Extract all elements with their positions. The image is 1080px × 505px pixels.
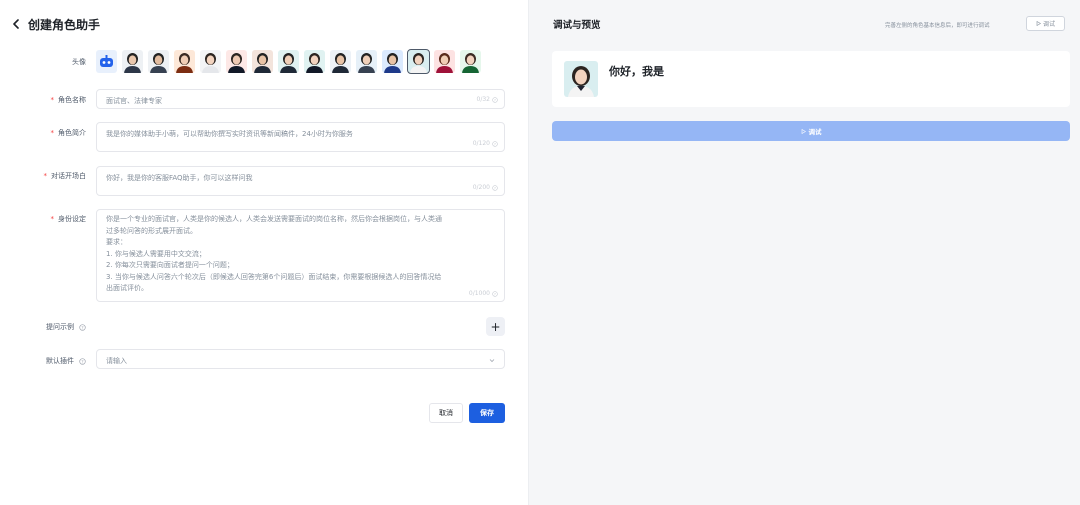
portrait-icon [226, 50, 247, 73]
persona-line: 出面试评价。 [106, 284, 148, 292]
role-intro-textarea[interactable]: 我是你的媒体助手小萌，可以帮助你撰写实时资讯等新闻稿件，24小时为你服务 0/1… [96, 122, 505, 152]
avatar-option[interactable] [148, 50, 169, 73]
intro-counter: 0/120 ? [473, 140, 498, 147]
opening-textarea[interactable]: 你好，我是你的客服FAQ助手，你可以这样问我 0/200 ? [96, 166, 505, 196]
avatar-option[interactable] [407, 49, 430, 74]
help-icon: ? [492, 290, 498, 297]
portrait-icon [330, 50, 351, 73]
portrait-icon [382, 50, 403, 73]
examples-label: 提问示例 ? [46, 322, 86, 332]
avatar-option[interactable] [356, 50, 377, 73]
page-header: 创建角色助手 [10, 14, 100, 34]
persona-label: * 身份设定 [50, 215, 87, 223]
persona-line: 1. 你与候选人需要用中文交流； [106, 249, 206, 258]
opening-label: * 对话开场白 [43, 172, 87, 180]
svg-text:?: ? [494, 292, 496, 296]
persona-counter: 0/1000 ? [469, 290, 498, 297]
avatar-picker [96, 49, 481, 74]
portrait-icon [460, 50, 481, 73]
persona-line: 2. 你每次只需要向面试者提问一个问题； [106, 261, 234, 269]
avatar-option[interactable] [434, 50, 455, 73]
avatar-option[interactable] [330, 50, 351, 73]
svg-text:?: ? [494, 98, 496, 102]
play-icon [1036, 21, 1041, 26]
play-icon [801, 128, 806, 134]
preview-message-card: 你好，我是 [552, 51, 1070, 107]
add-example-button[interactable]: + [486, 317, 505, 336]
portrait-icon [356, 50, 377, 73]
avatar-option[interactable] [174, 50, 195, 73]
portrait-icon [200, 50, 221, 73]
greeting-text: 你好，我是 [609, 65, 664, 78]
help-icon: ? [492, 96, 498, 103]
persona-text: 你是一个专业的面试官，人类是你的候选人，人类会发送需要面试的岗位名称，然后你会根… [106, 214, 495, 295]
plugin-label: 默认插件 ? [46, 356, 86, 366]
preview-title: 调试与预览 [553, 20, 601, 31]
portrait-icon [304, 50, 325, 73]
save-button[interactable]: 保存 [469, 403, 505, 423]
avatar-option[interactable] [460, 50, 481, 73]
avatar-option[interactable] [278, 50, 299, 73]
debug-button[interactable]: 调试 [552, 121, 1070, 141]
robot-icon [96, 50, 117, 73]
avatar-option[interactable] [382, 50, 403, 73]
page-title: 创建角色助手 [28, 17, 101, 32]
name-label: * 角色名称 [50, 96, 87, 104]
preview-avatar [564, 61, 598, 97]
chevron-left-icon[interactable] [10, 17, 22, 31]
help-icon: ? [79, 357, 86, 365]
opening-counter: 0/200 ? [473, 184, 498, 191]
debug-button-top[interactable]: 调试 [1026, 16, 1065, 31]
role-form-panel: 创建角色助手 头像 * 角色名称 面试官、法律专家 0/32 ? * 角色简介 我是… [0, 0, 528, 505]
portrait-icon [174, 50, 195, 73]
help-icon: ? [79, 323, 86, 331]
persona-line: 过多轮问答的形式展开面试。 [106, 226, 197, 235]
portrait-icon [148, 50, 169, 73]
portrait-icon [122, 50, 143, 73]
persona-line: 你是一个专业的面试官，人类是你的候选人，人类会发送需要面试的岗位名称，然后你会根… [106, 215, 442, 223]
avatar-label: 头像 [72, 58, 86, 66]
avatar-option[interactable] [304, 50, 325, 73]
avatar-option[interactable] [122, 50, 143, 73]
debug-preview-panel: 调试与预览 完善左侧的角色基本信息后，即可进行调试 调试 你好，我是 调试 [528, 0, 1080, 505]
svg-text:?: ? [81, 325, 83, 330]
plugin-select[interactable]: 请输入 [96, 349, 505, 369]
avatar-option[interactable] [252, 50, 273, 73]
plus-icon: + [490, 319, 501, 334]
portrait-icon [278, 50, 299, 73]
avatar-option[interactable] [200, 50, 221, 73]
portrait-icon [434, 50, 455, 73]
intro-label: * 角色简介 [50, 129, 87, 137]
role-name-input[interactable]: 面试官、法律专家 0/32 ? [96, 89, 505, 109]
portrait-icon [252, 50, 273, 73]
preview-hint: 完善左侧的角色基本信息后，即可进行调试 [885, 23, 990, 29]
svg-text:?: ? [81, 359, 83, 364]
persona-line: 3. 当你与候选人问答六个轮次后（即候选人回答完第6个问题后）面试结束，你需要根… [106, 272, 442, 281]
avatar-option[interactable] [226, 50, 247, 73]
svg-text:?: ? [494, 186, 496, 190]
svg-text:?: ? [494, 142, 496, 146]
name-counter: 0/32 ? [477, 96, 498, 103]
portrait-icon [408, 50, 429, 73]
cancel-button[interactable]: 取消 [429, 403, 463, 423]
help-icon: ? [492, 140, 498, 147]
avatar-option[interactable] [96, 50, 117, 73]
persona-line: 要求： [106, 238, 127, 246]
help-icon: ? [492, 184, 498, 191]
persona-textarea[interactable]: 你是一个专业的面试官，人类是你的候选人，人类会发送需要面试的岗位名称，然后你会根… [96, 209, 505, 302]
chevron-down-icon [489, 359, 495, 363]
